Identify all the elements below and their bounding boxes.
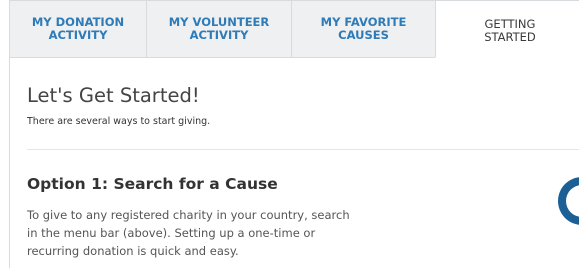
tab-label-line2: ACTIVITY (189, 28, 249, 42)
option-1-line: To give to any registered charity in you… (27, 208, 350, 222)
option-1-line: recurring donation is quick and easy. (27, 244, 239, 258)
page-subtitle: There are several ways to start giving. (27, 116, 211, 127)
page-frame: MY DONATION ACTIVITY MY VOLUNTEER ACTIVI… (0, 0, 579, 268)
page-title: Let's Get Started! (27, 84, 200, 107)
tab-getting-started[interactable]: GETTING STARTED (435, 0, 579, 58)
option-1-title: Option 1: Search for a Cause (27, 175, 278, 193)
tab-label-line2: STARTED (484, 30, 536, 44)
tab-bar: MY DONATION ACTIVITY MY VOLUNTEER ACTIVI… (0, 0, 579, 58)
content-border (9, 57, 10, 268)
section-divider (27, 149, 579, 150)
tab-label-line2: CAUSES (338, 28, 389, 42)
tab-my-volunteer-activity[interactable]: MY VOLUNTEER ACTIVITY (146, 0, 292, 58)
tab-my-favorite-causes[interactable]: MY FAVORITE CAUSES (291, 0, 436, 58)
option-1-line: in the menu bar (above). Setting up a on… (27, 226, 316, 240)
option-1-description: To give to any registered charity in you… (27, 206, 407, 260)
tab-label-line2: ACTIVITY (48, 28, 108, 42)
loading-spinner-icon (558, 177, 579, 225)
tab-my-donation-activity[interactable]: MY DONATION ACTIVITY (9, 0, 147, 58)
